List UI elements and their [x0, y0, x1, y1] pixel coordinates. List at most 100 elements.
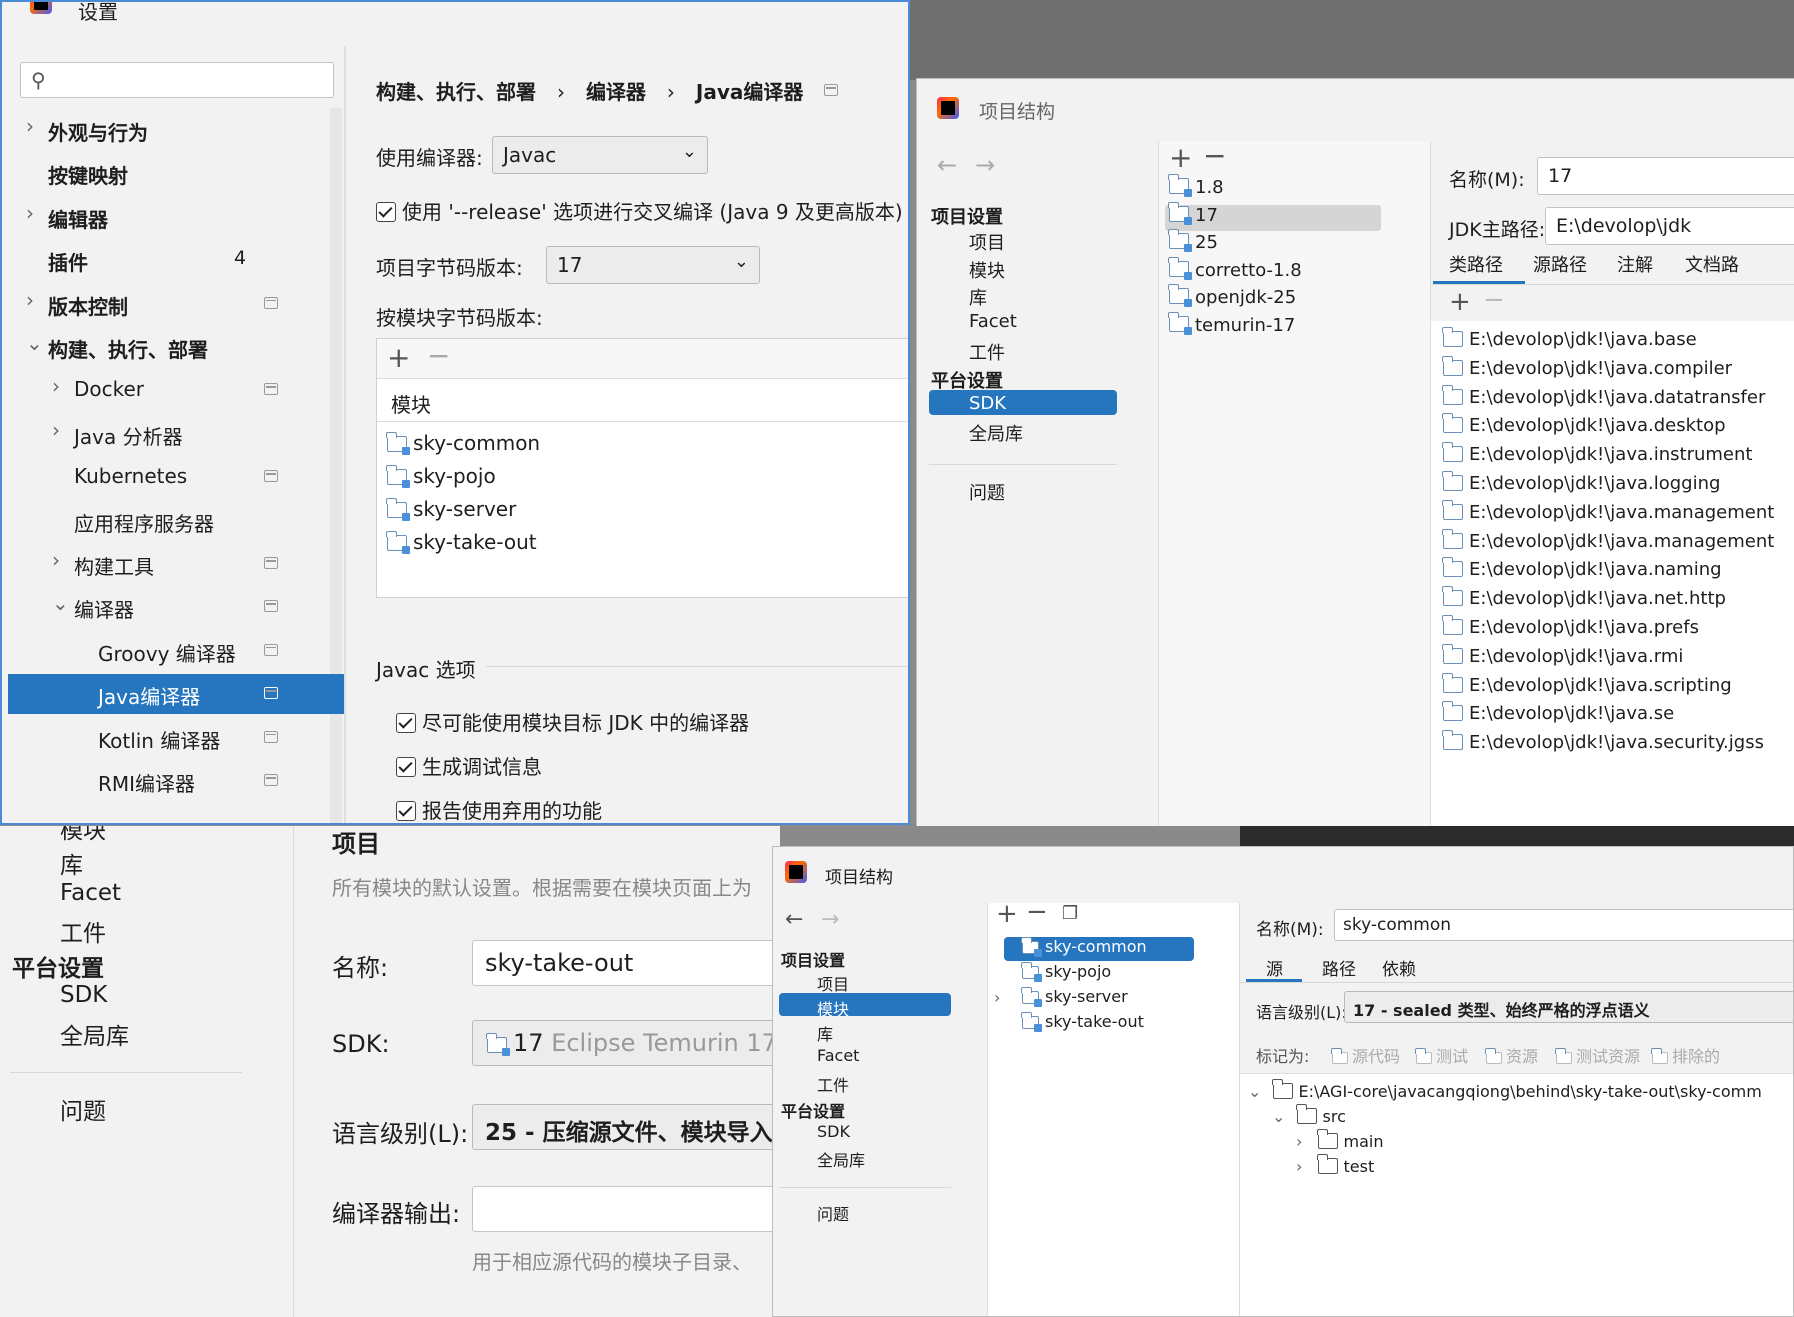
tree-row-main[interactable]: › main	[1296, 1129, 1383, 1151]
javac-option[interactable]: 尽可能使用模块目标 JDK 中的编译器	[396, 707, 749, 736]
settings-nav-item[interactable]: › Java 分析器	[8, 414, 344, 454]
settings-nav-item[interactable]: 应用程序服务器	[8, 501, 344, 541]
settings-nav-item[interactable]: 插件 4	[8, 240, 344, 280]
settings-nav-item[interactable]: › 编辑器	[8, 197, 344, 237]
module-item[interactable]: sky-pojo	[1004, 962, 1194, 986]
sdk-tab[interactable]: 文档路	[1685, 251, 1739, 277]
option-checkbox[interactable]	[396, 757, 416, 777]
sdk-tab[interactable]: 源路径	[1533, 251, 1587, 277]
module-name-input[interactable]: sky-common	[1334, 909, 1793, 941]
back-arrow-icon[interactable]: ←	[937, 151, 957, 179]
module-tab[interactable]: 路径	[1322, 955, 1356, 980]
forward-arrow-icon[interactable]: →	[975, 151, 995, 179]
problems-item[interactable]: 问题	[60, 1092, 106, 1126]
nav-item[interactable]: 全局库	[929, 417, 1117, 445]
breadcrumb-item[interactable]: 编译器	[586, 80, 646, 104]
module-row[interactable]: sky-pojo	[386, 464, 496, 488]
classpath-entry[interactable]: E:\devolop\jdk!\java.rmi	[1442, 643, 1683, 667]
module-item[interactable]: sky-common	[1004, 937, 1194, 961]
sdk-name-input[interactable]: 17	[1537, 157, 1794, 195]
add-icon[interactable]: +	[387, 341, 410, 374]
nav-item[interactable]: 模块	[779, 993, 951, 1019]
release-option[interactable]: 使用 '--release' 选项进行交叉编译 (Java 9 及更高版本)	[376, 196, 903, 225]
problems-item[interactable]: 问题	[817, 1201, 849, 1225]
settings-nav-item[interactable]: Kotlin 编译器	[8, 718, 344, 758]
nav-item[interactable]: 工件	[779, 1069, 951, 1095]
nav-item[interactable]: 项目	[779, 968, 951, 994]
classpath-entry[interactable]: E:\devolop\jdk!\java.logging	[1442, 471, 1720, 494]
add-icon[interactable]: +	[1449, 287, 1471, 317]
problems-item[interactable]: 问题	[969, 479, 1005, 505]
pin-icon[interactable]	[824, 84, 838, 96]
forward-arrow-icon[interactable]: →	[821, 907, 839, 932]
mark-as-button[interactable]: 源代码	[1331, 1043, 1400, 1067]
settings-nav-item[interactable]: › 构建工具	[8, 544, 344, 584]
javac-option[interactable]: 生成调试信息	[396, 751, 542, 780]
jdk-home-input[interactable]: E:\devolop\jdk	[1545, 207, 1794, 245]
settings-nav-item[interactable]: RMI编译器	[8, 761, 344, 801]
settings-nav-item[interactable]: Java编译器	[8, 674, 344, 715]
classpath-entry[interactable]: E:\devolop\jdk!\java.compiler	[1442, 355, 1732, 379]
sdk-tab[interactable]: 注解	[1617, 251, 1653, 277]
classpath-entry[interactable]: E:\devolop\jdk!\java.management	[1442, 499, 1774, 523]
nav-item[interactable]: SDK	[10, 979, 242, 1011]
classpath-entry[interactable]: E:\devolop\jdk!\java.naming	[1442, 557, 1722, 580]
settings-nav-item[interactable]: › 外观与行为	[8, 110, 344, 150]
module-tab[interactable]: 依赖	[1382, 955, 1416, 980]
classpath-entry[interactable]: E:\devolop\jdk!\java.se	[1442, 701, 1674, 724]
sdk-item[interactable]: temurin-17	[1165, 311, 1381, 341]
tree-row-test[interactable]: › test	[1296, 1154, 1374, 1176]
nav-item[interactable]: 模块	[929, 254, 1117, 282]
module-row[interactable]: sky-common	[386, 431, 540, 455]
classpath-entry[interactable]: E:\devolop\jdk!\java.desktop	[1442, 413, 1726, 436]
settings-nav-item[interactable]: 按键映射	[8, 153, 344, 193]
nav-item[interactable]: Facet	[10, 877, 242, 909]
option-checkbox[interactable]	[396, 801, 416, 821]
release-checkbox[interactable]	[376, 202, 396, 222]
classpath-entry[interactable]: E:\devolop\jdk!\java.management	[1442, 528, 1774, 552]
nav-item[interactable]: SDK	[929, 390, 1117, 416]
nav-item[interactable]: Facet	[929, 308, 1117, 333]
module-row[interactable]: sky-take-out	[386, 530, 537, 554]
mark-as-button[interactable]: 测试	[1415, 1043, 1468, 1067]
nav-item[interactable]: 库	[779, 1018, 951, 1044]
module-lang-select[interactable]: 17 - sealed 类型、始终严格的浮点语义	[1344, 991, 1793, 1023]
nav-item[interactable]: 全局库	[10, 1014, 242, 1050]
classpath-entry[interactable]: E:\devolop\jdk!\java.instrument	[1442, 442, 1752, 465]
classpath-entry[interactable]: E:\devolop\jdk!\java.base	[1442, 327, 1697, 350]
option-checkbox[interactable]	[396, 713, 416, 733]
classpath-entry[interactable]: E:\devolop\jdk!\java.prefs	[1442, 615, 1699, 638]
nav-item[interactable]: 工件	[10, 911, 242, 947]
back-arrow-icon[interactable]: ←	[785, 907, 803, 932]
module-tab[interactable]: 源	[1266, 955, 1283, 980]
module-item[interactable]: sky-take-out	[1004, 1012, 1194, 1036]
add-icon[interactable]: +	[1169, 141, 1192, 174]
nav-item[interactable]: Facet	[779, 1043, 951, 1066]
tree-root-row[interactable]: ⌄ E:\AGI-core\javacangqiong\behind\sky-t…	[1248, 1079, 1762, 1101]
tree-row-src[interactable]: ⌄ src	[1272, 1104, 1346, 1126]
project-lang-select[interactable]: 25 - 压缩源文件、模块导入	[472, 1104, 780, 1150]
nav-item[interactable]: SDK	[779, 1119, 951, 1142]
classpath-entry[interactable]: E:\devolop\jdk!\java.security.jgss	[1442, 730, 1764, 753]
sdk-item[interactable]: corretto-1.8	[1165, 256, 1381, 286]
bytecode-select[interactable]: 17 ⌄	[546, 246, 760, 284]
module-item[interactable]: › sky-server	[994, 987, 1194, 1011]
nav-item[interactable]: 库	[929, 281, 1117, 309]
nav-item[interactable]: 项目	[929, 226, 1117, 254]
sdk-item[interactable]: 17	[1165, 201, 1381, 231]
classpath-entry[interactable]: E:\devolop\jdk!\java.net.http	[1442, 586, 1726, 609]
mark-as-button[interactable]: 资源	[1485, 1043, 1538, 1067]
settings-nav-item[interactable]: › 版本控制	[8, 284, 344, 324]
sdk-item[interactable]: 25	[1165, 229, 1381, 258]
settings-nav-item[interactable]: Groovy 编译器	[8, 631, 344, 671]
copy-icon[interactable]: ❐	[1062, 903, 1078, 924]
remove-icon[interactable]: −	[427, 339, 450, 372]
sdk-tab[interactable]: 类路径	[1449, 251, 1503, 277]
project-output-input[interactable]	[472, 1186, 780, 1232]
mark-as-button[interactable]: 排除的	[1651, 1043, 1720, 1067]
settings-search-input[interactable]: ⚲	[20, 62, 334, 98]
nav-item[interactable]: 全局库	[779, 1144, 951, 1170]
remove-icon[interactable]: −	[1483, 285, 1505, 315]
javac-option[interactable]: 报告使用弃用的功能	[396, 795, 602, 823]
nav-item[interactable]: 库	[10, 843, 242, 879]
